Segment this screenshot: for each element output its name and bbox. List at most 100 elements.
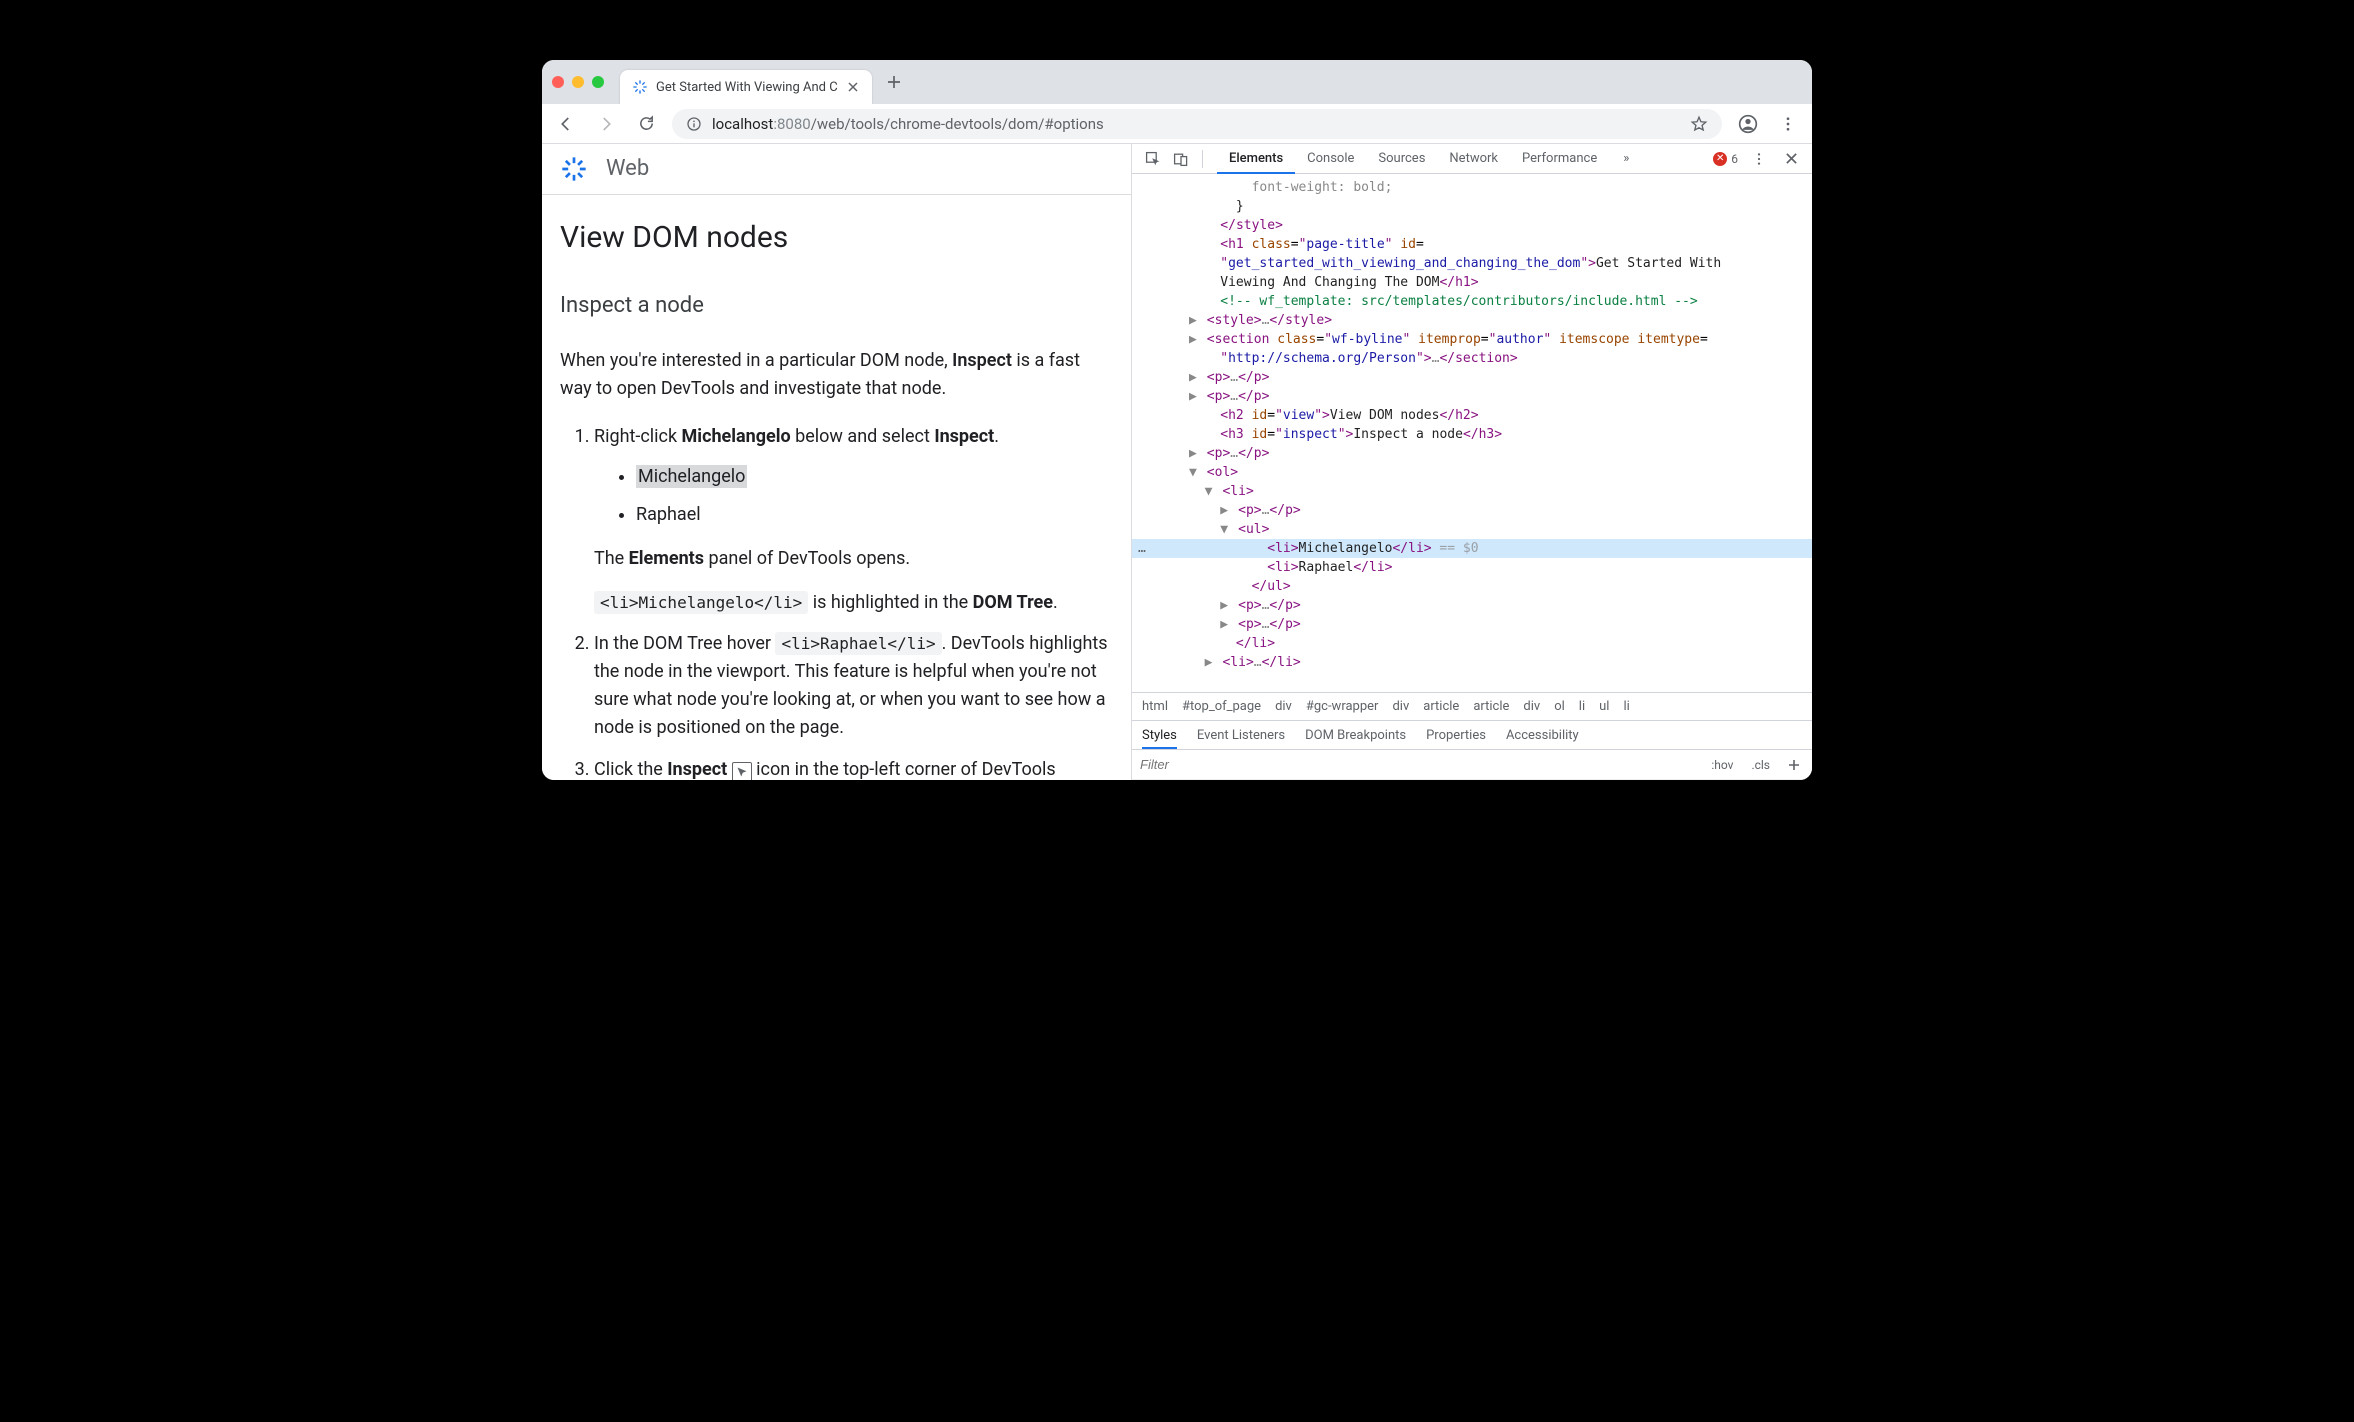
dom-tree-row[interactable]: ▶ <p>…</p> <box>1132 387 1812 406</box>
breadcrumb-item[interactable]: div <box>1523 699 1540 714</box>
tab-sources[interactable]: Sources <box>1366 145 1437 173</box>
dom-tree-row[interactable]: ▶ <p>…</p> <box>1132 444 1812 463</box>
dom-tree-row[interactable]: ▼ <ol> <box>1132 463 1812 482</box>
address-bar[interactable]: localhost:8080/web/tools/chrome-devtools… <box>672 109 1722 139</box>
devtools-panel: Elements Console Sources Network Perform… <box>1132 144 1812 780</box>
browser-window: Get Started With Viewing And C localhost… <box>542 60 1812 780</box>
example-list: Michelangelo Raphael <box>594 463 1113 529</box>
dom-tree-row[interactable]: } <box>1132 197 1812 216</box>
tab-performance[interactable]: Performance <box>1510 145 1609 173</box>
breadcrumb-item[interactable]: ul <box>1599 699 1609 714</box>
breadcrumb-item[interactable]: li <box>1579 699 1585 714</box>
dom-tree-row[interactable]: <li>Raphael</li> <box>1132 558 1812 577</box>
styles-tab-event-listeners[interactable]: Event Listeners <box>1197 722 1285 749</box>
dom-tree-row[interactable]: ▼ <li> <box>1132 482 1812 501</box>
styles-filter-row: :hov .cls <box>1132 750 1812 780</box>
heading-view-dom-nodes: View DOM nodes <box>560 215 1113 262</box>
steps-list: Right-click Michelangelo below and selec… <box>560 423 1113 780</box>
article-body: View DOM nodes Inspect a node When you'r… <box>542 195 1131 780</box>
url-text: localhost:8080/web/tools/chrome-devtools… <box>712 115 1680 133</box>
hov-button[interactable]: :hov <box>1707 756 1737 774</box>
dom-tree-row[interactable]: ▼ <ul> <box>1132 520 1812 539</box>
breadcrumb-item[interactable]: ol <box>1554 699 1565 714</box>
styles-filter-input[interactable] <box>1140 757 1697 772</box>
intro-paragraph: When you're interested in a particular D… <box>560 347 1113 403</box>
step-2: In the DOM Tree hover <li>Raphael</li>. … <box>594 630 1113 742</box>
styles-tab-styles[interactable]: Styles <box>1142 722 1177 749</box>
breadcrumb-item[interactable]: div <box>1275 699 1292 714</box>
dom-tree-row[interactable]: ▶ <p>…</p> <box>1132 368 1812 387</box>
dom-tree-row[interactable]: ▶ <p>…</p> <box>1132 501 1812 520</box>
dom-tree-row[interactable]: </style> <box>1132 216 1812 235</box>
heading-inspect-a-node: Inspect a node <box>560 289 1113 323</box>
new-tab-button[interactable] <box>880 68 908 96</box>
breadcrumb-item[interactable]: article <box>1473 699 1509 714</box>
styles-tab-strip: Styles Event Listeners DOM Breakpoints P… <box>1132 720 1812 750</box>
browser-tab[interactable]: Get Started With Viewing And C <box>620 70 872 104</box>
cls-button[interactable]: .cls <box>1747 756 1774 774</box>
dom-tree-row[interactable]: "http://schema.org/Person">…</section> <box>1132 349 1812 368</box>
separator <box>1202 150 1203 168</box>
dom-tree-row[interactable]: </li> <box>1132 634 1812 653</box>
device-toolbar-icon[interactable] <box>1170 148 1192 170</box>
tab-console[interactable]: Console <box>1295 145 1366 173</box>
code-li-raphael: <li>Raphael</li> <box>775 632 941 655</box>
tab-network[interactable]: Network <box>1437 145 1510 173</box>
favicon-icon <box>632 79 648 95</box>
new-style-rule-button[interactable] <box>1784 757 1804 773</box>
tab-close-icon[interactable] <box>846 80 860 94</box>
close-window[interactable] <box>552 76 564 88</box>
profile-button[interactable] <box>1734 110 1762 138</box>
elements-panel-note: The Elements panel of DevTools opens. <box>594 545 1113 573</box>
dom-tree-row[interactable]: Viewing And Changing The DOM</h1> <box>1132 273 1812 292</box>
site-info-icon[interactable] <box>686 116 702 132</box>
tab-title: Get Started With Viewing And C <box>656 80 838 95</box>
dom-tree-row[interactable]: ▶ <section class="wf-byline" itemprop="a… <box>1132 330 1812 349</box>
dom-tree-row[interactable]: ▶ <p>…</p> <box>1132 596 1812 615</box>
breadcrumb-item[interactable]: article <box>1423 699 1459 714</box>
breadcrumb-item[interactable]: html <box>1142 699 1168 714</box>
breadcrumb-item[interactable]: #top_of_page <box>1182 699 1261 714</box>
dom-tree-row[interactable]: <!-- wf_template: src/templates/contribu… <box>1132 292 1812 311</box>
dom-tree-row[interactable]: ▶ <p>…</p> <box>1132 615 1812 634</box>
menu-button[interactable] <box>1774 110 1802 138</box>
list-item-michelangelo[interactable]: Michelangelo <box>636 463 1113 491</box>
error-counter[interactable]: ✕ 6 <box>1713 152 1738 166</box>
dom-tree-row[interactable]: "get_started_with_viewing_and_changing_t… <box>1132 254 1812 273</box>
page-pane: Web View DOM nodes Inspect a node When y… <box>542 144 1132 780</box>
inspect-element-icon[interactable] <box>1142 148 1164 170</box>
dom-tree-row[interactable]: ▶ <style>…</style> <box>1132 311 1812 330</box>
devtools-settings-icon[interactable] <box>1748 148 1770 170</box>
bookmark-icon[interactable] <box>1690 115 1708 133</box>
maximize-window[interactable] <box>592 76 604 88</box>
dom-tree-row[interactable]: <h3 id="inspect">Inspect a node</h3> <box>1132 425 1812 444</box>
dom-tree-row[interactable]: <h1 class="page-title" id= <box>1132 235 1812 254</box>
styles-tab-properties[interactable]: Properties <box>1426 722 1486 749</box>
more-tabs-button[interactable]: » <box>1615 151 1637 166</box>
styles-tab-dom-breakpoints[interactable]: DOM Breakpoints <box>1305 722 1406 749</box>
dom-tree-row[interactable]: </ul> <box>1132 577 1812 596</box>
breadcrumbs: html #top_of_page div #gc-wrapper div article… <box>1132 692 1812 720</box>
minimize-window[interactable] <box>572 76 584 88</box>
toolbar: localhost:8080/web/tools/chrome-devtools… <box>542 104 1812 144</box>
devtools-toolbar: Elements Console Sources Network Perform… <box>1132 144 1812 174</box>
inspect-icon <box>732 762 752 780</box>
back-button[interactable] <box>552 110 580 138</box>
dom-tree[interactable]: font-weight: bold; } </style> <h1 class=… <box>1132 174 1812 692</box>
breadcrumb-item[interactable]: #gc-wrapper <box>1306 699 1379 714</box>
step-3: Click the Inspect icon in the top-left c… <box>594 756 1113 780</box>
reload-button[interactable] <box>632 110 660 138</box>
devtools-close-icon[interactable] <box>1780 148 1802 170</box>
dom-tree-row[interactable]: ▶ <li>…</li> <box>1132 653 1812 672</box>
breadcrumb-item[interactable]: li <box>1623 699 1629 714</box>
list-item-raphael[interactable]: Raphael <box>636 501 1113 529</box>
step-1: Right-click Michelangelo below and selec… <box>594 423 1113 616</box>
dom-tree-row[interactable]: … <li>Michelangelo</li> == $0 <box>1132 539 1812 558</box>
code-li-michelangelo: <li>Michelangelo</li> <box>594 591 808 614</box>
breadcrumb-item[interactable]: div <box>1392 699 1409 714</box>
styles-tab-accessibility[interactable]: Accessibility <box>1506 722 1579 749</box>
forward-button[interactable] <box>592 110 620 138</box>
dom-tree-row[interactable]: font-weight: bold; <box>1132 178 1812 197</box>
tab-elements[interactable]: Elements <box>1217 145 1295 174</box>
dom-tree-row[interactable]: <h2 id="view">View DOM nodes</h2> <box>1132 406 1812 425</box>
